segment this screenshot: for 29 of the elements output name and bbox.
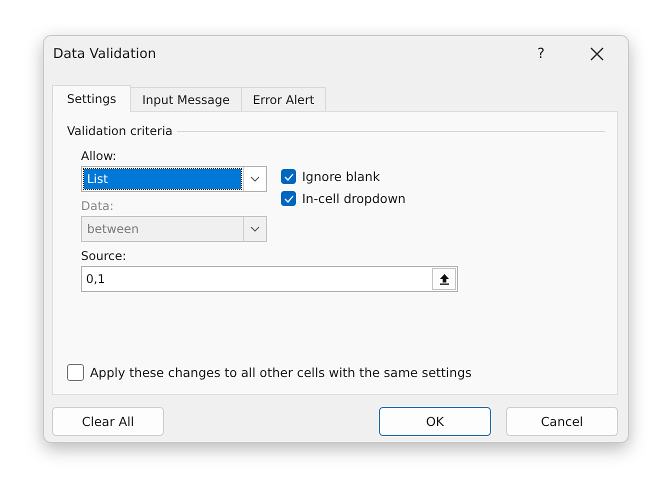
window-title: Data Validation xyxy=(53,46,158,62)
dialog-button[interactable]: Clear All xyxy=(52,407,164,436)
field-label: Source: xyxy=(80,249,128,263)
check-icon xyxy=(284,172,294,180)
tab[interactable]: Settings xyxy=(52,85,132,112)
tab[interactable]: Error Alert xyxy=(240,87,326,111)
dropdown-value: List xyxy=(84,169,241,189)
chevron-down-icon xyxy=(250,176,260,182)
dropdown-value: between xyxy=(86,221,140,238)
help-button[interactable]: ? xyxy=(518,39,564,69)
collapse-button[interactable] xyxy=(432,268,456,290)
checkbox[interactable] xyxy=(281,169,296,184)
default-button[interactable]: OK xyxy=(379,407,491,436)
field-label: Data: xyxy=(81,199,115,213)
allow-dropdown[interactable]: List xyxy=(81,166,267,192)
checkbox[interactable] xyxy=(67,364,84,381)
group-title: Validation criteria xyxy=(67,124,173,138)
field-value: 0,1 xyxy=(85,271,106,288)
dialog-button[interactable]: Cancel xyxy=(506,407,618,436)
check-icon xyxy=(284,194,294,202)
field-label: Allow: xyxy=(81,149,118,163)
checkbox-label: Ignore blank xyxy=(302,169,380,184)
source-field[interactable]: 0,1 xyxy=(81,266,458,292)
checkbox[interactable] xyxy=(281,191,296,206)
close-icon xyxy=(590,47,604,61)
checkbox-label: Apply these changes to all other cells with the same settings xyxy=(90,365,472,380)
chevron-down-icon xyxy=(250,226,260,232)
upload-arrow-icon xyxy=(438,273,450,285)
checkbox-label: In-cell dropdown xyxy=(302,191,406,206)
